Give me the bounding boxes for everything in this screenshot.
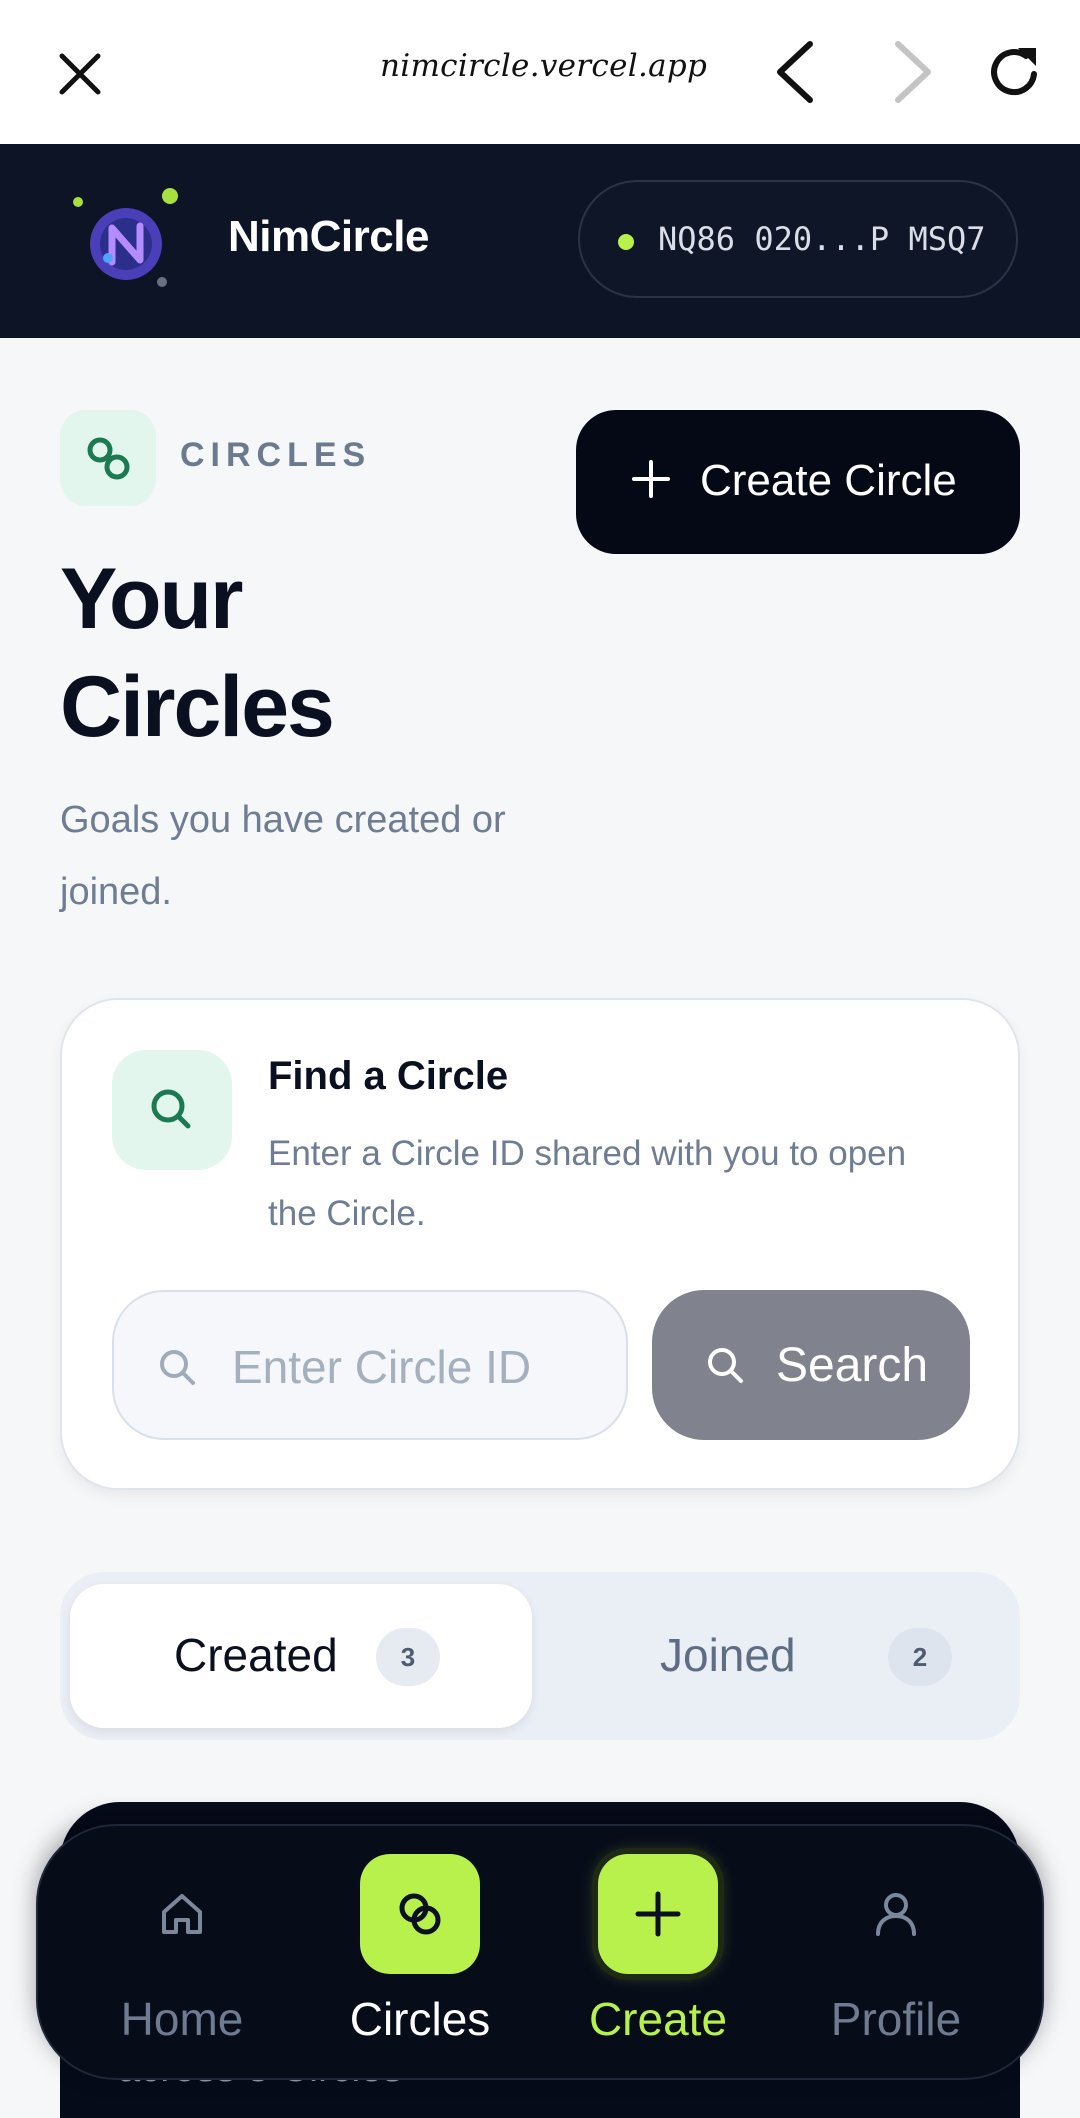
plus-icon [635,1891,681,1937]
circle-id-field[interactable] [112,1290,628,1440]
tab-joined-count: 2 [888,1628,952,1686]
wallet-address: NQ86 020...P MSQ7 [658,220,986,258]
close-icon[interactable] [56,50,104,98]
plus-icon [628,456,674,502]
nav-item-circles[interactable]: Circles [302,1826,538,2082]
nav-home-label: Home [120,1993,244,2045]
find-circle-description: Enter a Circle ID shared with you to ope… [268,1134,907,1233]
search-button[interactable]: Search [652,1290,970,1440]
nav-circles-icon-wrap [360,1854,480,1974]
circles-section-icon [60,410,156,506]
tab-joined[interactable]: Joined 2 [542,1584,1004,1728]
search-button-label: Search [776,1339,929,1392]
brand-name: NimCircle [228,212,429,261]
nav-item-create[interactable]: Create [540,1826,776,2082]
circle-tabs: Created 3 Joined 2 [60,1572,1020,1740]
section-label: CIRCLES [180,436,372,474]
create-circle-button[interactable]: Create Circle [576,410,1020,554]
nav-create-label: Create [588,1993,728,2045]
app-header: NimCircle NQ86 020...P MSQ7 [0,144,1080,338]
search-icon [112,1050,232,1170]
nimcircle-logo-icon[interactable] [66,188,186,298]
nav-item-profile[interactable]: Profile [778,1826,1014,2082]
nav-home-icon-wrap [122,1854,242,1974]
tab-created-count: 3 [376,1628,440,1686]
search-icon [156,1346,198,1388]
nav-create-icon-wrap [598,1854,718,1974]
page-subtitle: Goals you have created or joined. [60,799,506,913]
browser-url[interactable]: nimcircle.vercel.app [380,48,707,84]
nav-item-home[interactable]: Home [64,1826,300,2082]
reload-icon[interactable] [988,44,1042,100]
tab-created[interactable]: Created 3 [70,1584,532,1728]
browser-toolbar: nimcircle.vercel.app [0,0,1080,144]
circle-id-input[interactable] [232,1332,602,1402]
page-title: Your Circles [60,551,335,755]
tab-joined-label: Joined [660,1629,796,1681]
back-arrow-icon[interactable] [770,40,820,104]
nav-profile-label: Profile [830,1993,962,2045]
forward-arrow-icon[interactable] [888,40,938,104]
create-circle-label: Create Circle [700,456,957,505]
wallet-address-pill[interactable]: NQ86 020...P MSQ7 [578,180,1018,298]
user-icon [876,1893,916,1936]
home-icon [162,1894,202,1934]
app-screen: nimcircle.vercel.app NimCircle NQ86 020.… [0,0,1080,2118]
nav-circles-label: Circles [349,1993,491,2045]
circles-icon [399,1893,441,1935]
find-circle-title: Find a Circle [268,1054,509,1098]
nav-profile-icon-wrap [836,1854,956,1974]
bottom-navigation: Home Circles Create Profile [36,1824,1044,2080]
tab-created-label: Created [174,1629,338,1681]
search-icon [704,1344,746,1386]
connection-status-dot [618,234,634,250]
find-circle-card: Find a Circle Enter a Circle ID shared w… [60,998,1020,1490]
